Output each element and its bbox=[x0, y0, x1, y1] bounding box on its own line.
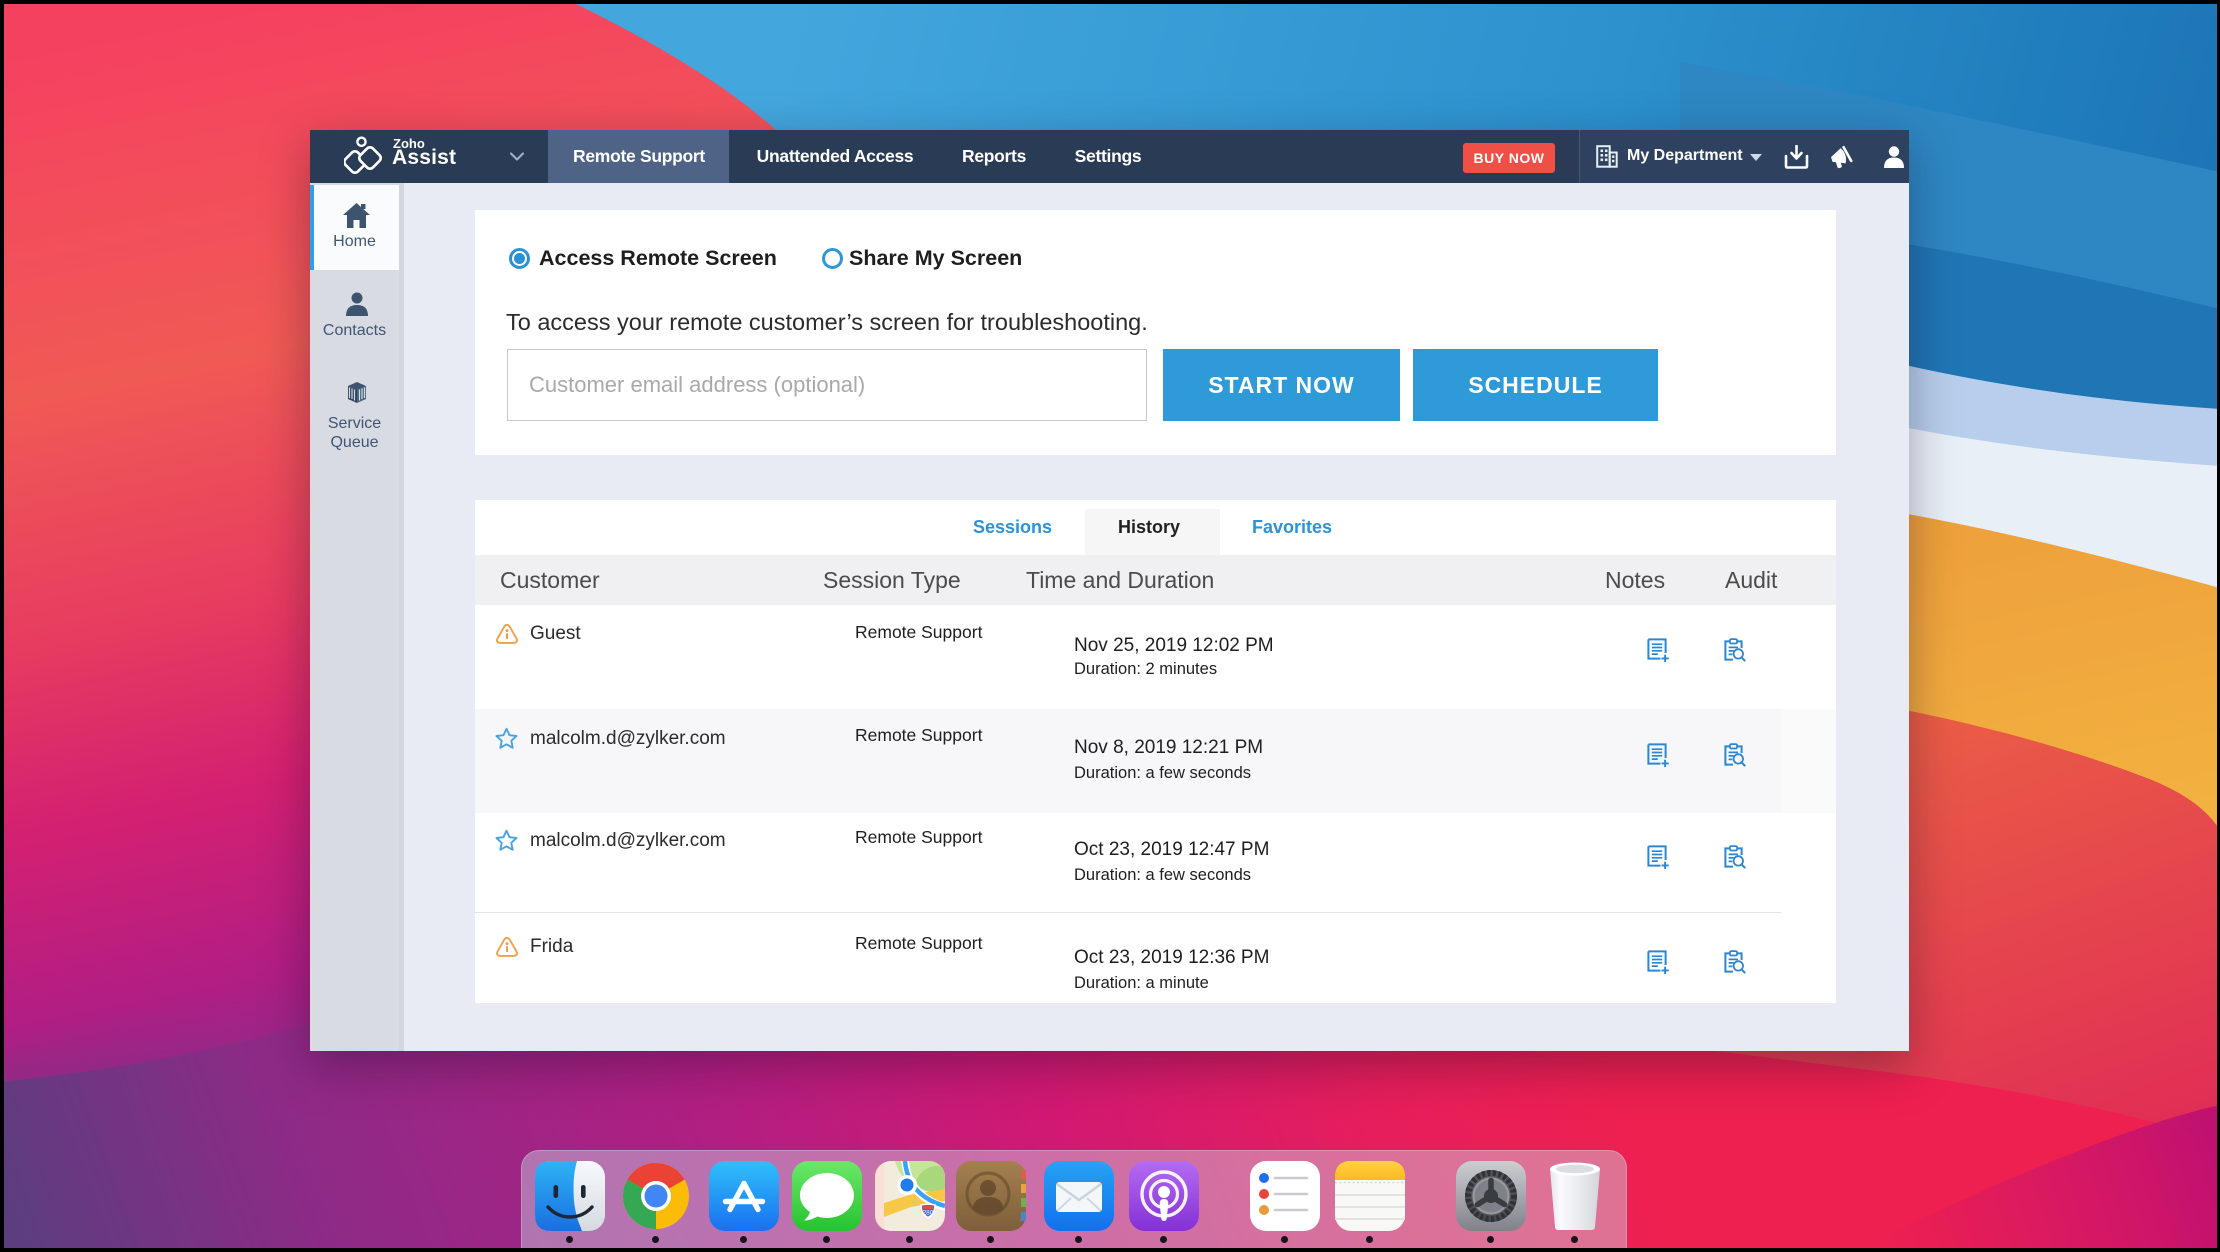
svg-text:280: 280 bbox=[923, 1210, 934, 1217]
